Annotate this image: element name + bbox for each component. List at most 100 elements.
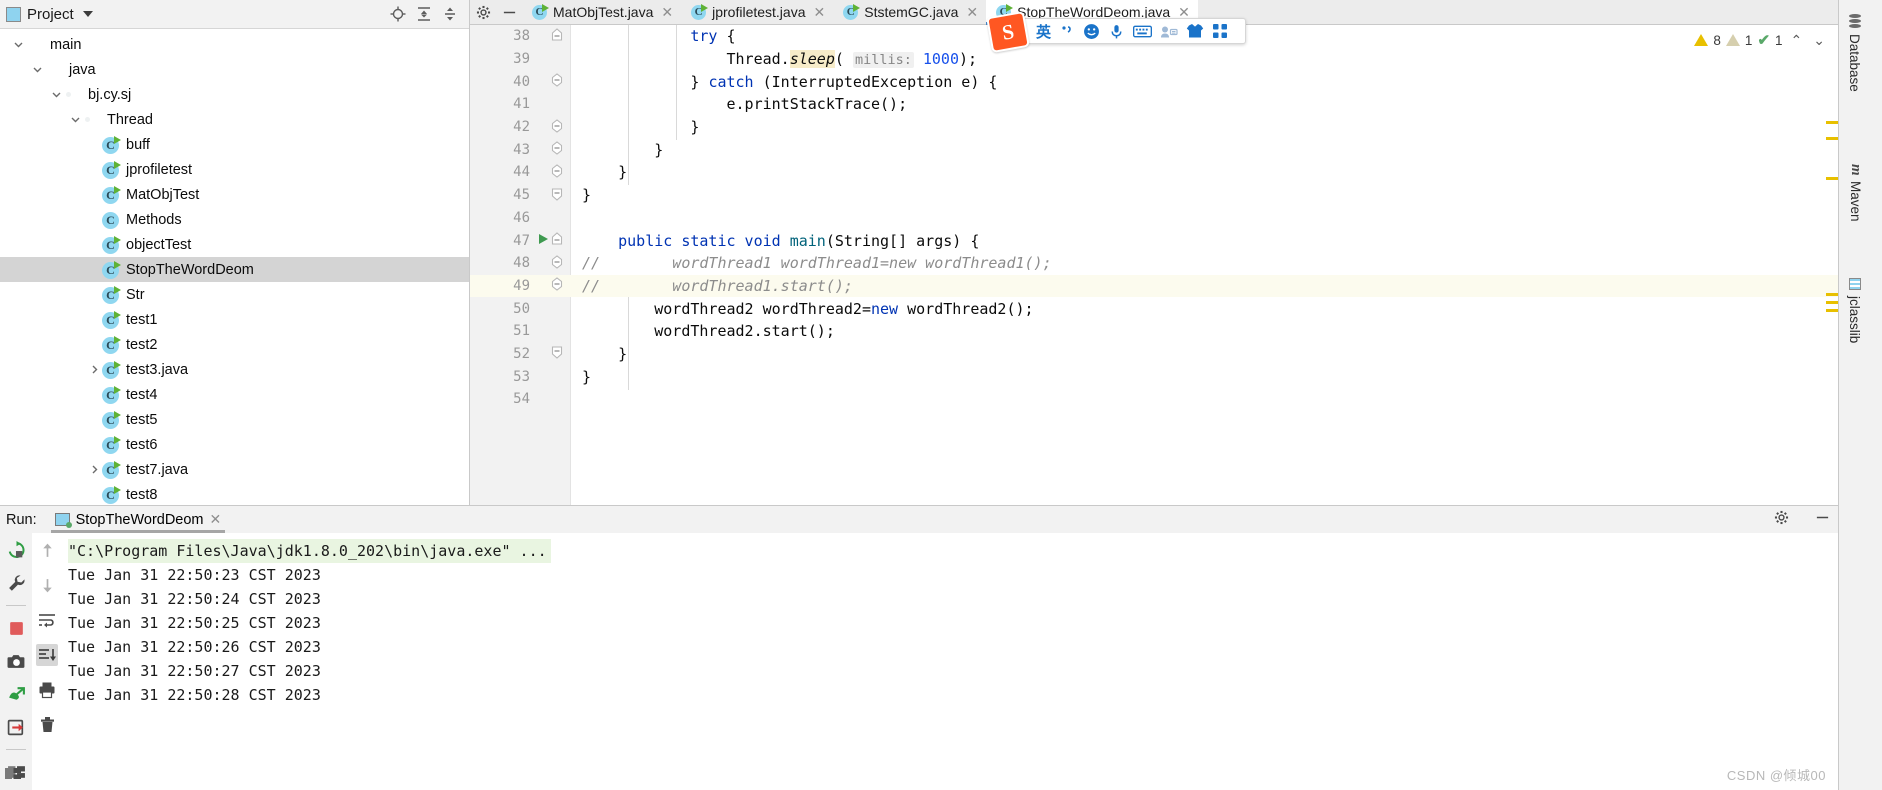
sidebar-item-jclasslib[interactable]: jclasslib [1847, 270, 1862, 351]
code-folding-icon[interactable] [550, 73, 564, 90]
tree-item-java[interactable]: java [0, 57, 469, 82]
soft-wrap-button[interactable] [36, 609, 58, 631]
tree-item-stoptheworddeom[interactable]: C StopTheWordDeom [0, 257, 469, 282]
tree-item-test1[interactable]: Ctest1 [0, 307, 469, 332]
project-file-tree[interactable]: main java bj.cy.sj Thread Cbuff Cjprofiletest… [0, 29, 469, 507]
tree-item-bj-cy-sj[interactable]: bj.cy.sj [0, 82, 469, 107]
rerun-button[interactable] [5, 539, 27, 561]
language-mode-english[interactable]: 英 [1033, 21, 1054, 42]
skin-shirt-icon[interactable] [1183, 23, 1207, 39]
sidebar-item-maven[interactable]: m Maven [1847, 156, 1864, 230]
expand-all-icon[interactable] [411, 2, 437, 26]
run-secondary-toolbar[interactable] [32, 533, 63, 790]
tree-item-test4[interactable]: Ctest4 [0, 382, 469, 407]
code-folding-icon[interactable] [550, 141, 564, 158]
app-grid-icon[interactable] [1209, 23, 1231, 39]
code-text[interactable]: 38 try {39 Thread.sleep( millis: 1000); 4… [470, 25, 1838, 506]
export-button[interactable] [5, 716, 27, 738]
scroll-up-button[interactable] [36, 539, 58, 561]
chevron-down-icon[interactable] [29, 62, 45, 78]
code-line[interactable]: 45} [470, 184, 1838, 207]
run-configuration-tab[interactable]: StopTheWordDeom ✕ [47, 506, 230, 533]
locate-icon[interactable] [385, 2, 411, 26]
stop-button[interactable] [5, 617, 27, 639]
tree-item-test3-java[interactable]: Ctest3.java [0, 357, 469, 382]
tree-item-test8[interactable]: Ctest8 [0, 482, 469, 507]
run-primary-toolbar[interactable] [0, 533, 32, 790]
sogou-ime-toolbar[interactable]: S 英 [986, 10, 1246, 54]
tree-item-methods[interactable]: C Methods [0, 207, 469, 232]
code-line[interactable]: 43 } [470, 138, 1838, 161]
tree-item-test6[interactable]: Ctest6 [0, 432, 469, 457]
code-line[interactable]: 50 wordThread2 wordThread2=new wordThrea… [470, 297, 1838, 320]
tree-item-main[interactable]: main [0, 32, 469, 57]
tree-item-str[interactable]: C Str [0, 282, 469, 307]
settings-gear-icon[interactable] [470, 0, 496, 24]
error-stripe[interactable] [1826, 25, 1838, 506]
settings-gear-icon[interactable] [1766, 510, 1797, 529]
editor-tab-jprofiletest-java[interactable]: Cjprofiletest.java ✕ [681, 0, 833, 24]
collapse-all-icon[interactable] [437, 2, 463, 26]
close-icon[interactable]: ✕ [814, 4, 826, 21]
console-output[interactable]: "C:\Program Files\Java\jdk1.8.0_202\bin\… [62, 533, 1838, 790]
emoji-icon[interactable] [1080, 23, 1103, 40]
code-folding-icon[interactable] [550, 187, 564, 204]
code-folding-icon[interactable] [550, 232, 564, 249]
inspections-widget[interactable]: 8 1 ✔ 1 ⌃ ⌄ [1694, 31, 1828, 49]
tree-item-test2[interactable]: Ctest2 [0, 332, 469, 357]
editor-viewport[interactable]: 38 try {39 Thread.sleep( millis: 1000); 4… [470, 25, 1838, 506]
tree-item-matobjtest[interactable]: C MatObjTest [0, 182, 469, 207]
code-line[interactable]: 39 Thread.sleep( millis: 1000); [470, 48, 1838, 71]
soft-keyboard-icon[interactable] [1130, 24, 1155, 39]
next-problem-icon[interactable]: ⌄ [1810, 32, 1828, 49]
tree-item-jprofiletest[interactable]: Cjprofiletest [0, 157, 469, 182]
editor-tab-matobjtest-java[interactable]: C MatObjTest.java ✕ [522, 0, 681, 24]
close-icon[interactable]: ✕ [661, 4, 673, 21]
tree-item-buff[interactable]: Cbuff [0, 132, 469, 157]
clear-all-button[interactable] [36, 714, 58, 736]
chevron-right-icon[interactable] [86, 462, 102, 478]
code-line[interactable]: 40 } catch (InterruptedException e) { [470, 70, 1838, 93]
configure-button[interactable] [5, 572, 27, 594]
sogou-logo-icon[interactable]: S [986, 10, 1030, 54]
run-gutter-icon[interactable] [536, 233, 550, 248]
code-line[interactable]: 41 e.printStackTrace(); [470, 93, 1838, 116]
code-line[interactable]: 54 [470, 388, 1838, 411]
code-folding-icon[interactable] [550, 255, 564, 272]
chevron-down-icon[interactable] [10, 37, 26, 53]
voice-input-icon[interactable] [1105, 23, 1128, 40]
print-button[interactable] [36, 679, 58, 701]
hide-panel-icon[interactable] [1807, 510, 1838, 529]
code-line[interactable]: 42 } [470, 116, 1838, 139]
code-line[interactable]: 48 // wordThread1 wordThread1=new wordThr… [470, 252, 1838, 275]
code-folding-icon[interactable] [550, 277, 564, 294]
scroll-down-button[interactable] [36, 574, 58, 596]
code-folding-icon[interactable] [550, 345, 564, 362]
scroll-to-end-button[interactable] [36, 644, 58, 666]
more-tool-windows-icon[interactable] [4, 766, 22, 784]
code-folding-icon[interactable] [550, 164, 564, 181]
code-folding-icon[interactable] [550, 28, 564, 45]
hide-editor-icon[interactable] [496, 0, 522, 24]
tree-item-thread[interactable]: Thread [0, 107, 469, 132]
chevron-down-icon[interactable] [82, 11, 93, 17]
previous-problem-icon[interactable]: ⌃ [1788, 32, 1806, 49]
chevron-right-icon[interactable] [86, 362, 102, 378]
close-icon[interactable]: ✕ [966, 4, 978, 21]
sidebar-item-database[interactable]: Database [1847, 6, 1862, 100]
code-line[interactable]: 47 public static void main(String[] args… [470, 229, 1838, 252]
chevron-down-icon[interactable] [48, 87, 64, 103]
code-line[interactable]: 53} [470, 365, 1838, 388]
code-line[interactable]: 49 // wordThread1.start(); [470, 274, 1838, 298]
code-line[interactable]: 46 [470, 207, 1838, 230]
tree-item-test7-java[interactable]: Ctest7.java [0, 457, 469, 482]
chevron-down-icon[interactable] [67, 112, 83, 128]
code-folding-icon[interactable] [550, 118, 564, 136]
close-icon[interactable]: ✕ [210, 511, 222, 528]
tree-item-objecttest[interactable]: CobjectTest [0, 232, 469, 257]
code-line[interactable]: 44 } [470, 161, 1838, 184]
tree-item-test5[interactable]: Ctest5 [0, 407, 469, 432]
editor-tab-ststemgc-java[interactable]: C StstemGC.java ✕ [833, 0, 986, 24]
punctuation-mode-icon[interactable] [1056, 23, 1078, 39]
user-card-icon[interactable] [1157, 24, 1181, 39]
